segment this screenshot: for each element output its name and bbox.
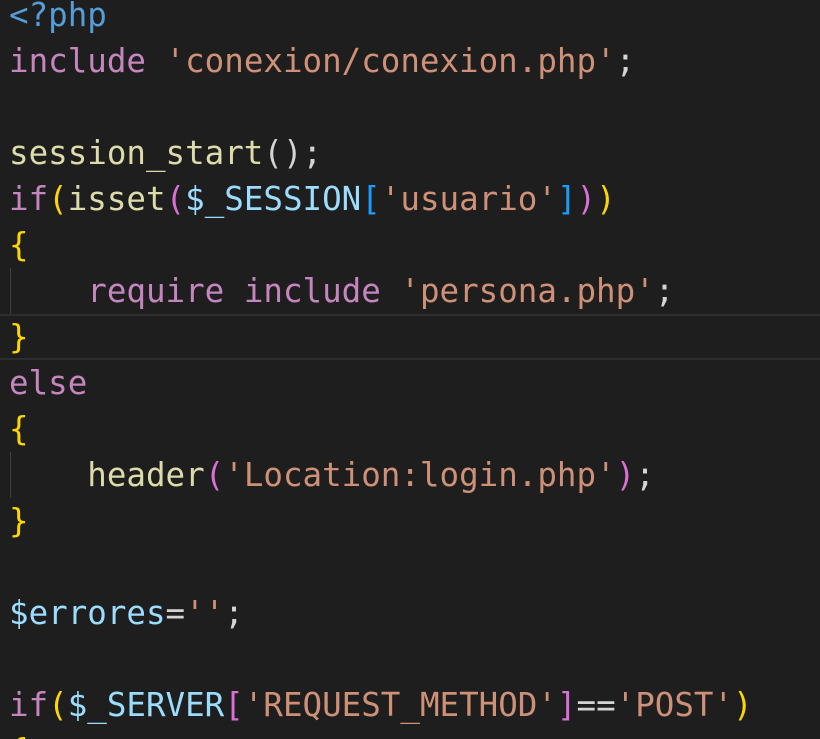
code-token: == — [576, 686, 616, 724]
code-token: ( — [165, 180, 186, 218]
code-token: [ — [224, 686, 244, 724]
code-token: [ — [361, 180, 381, 218]
code-token: (); — [263, 134, 323, 172]
code-token: ) — [615, 456, 636, 494]
code-token: ; — [654, 272, 675, 310]
code-line[interactable] — [0, 84, 820, 130]
code-line[interactable]: { — [0, 222, 820, 268]
code-token: <?php — [9, 0, 107, 34]
code-token: ( — [48, 686, 68, 724]
code-token: 'persona.php' — [400, 272, 655, 310]
code-token: 'POST' — [615, 686, 734, 724]
code-line[interactable]: require include 'persona.php'; — [0, 268, 820, 314]
code-line[interactable]: <?php — [0, 0, 820, 38]
code-token: { — [9, 410, 29, 448]
code-line[interactable]: $errores=''; — [0, 590, 820, 636]
code-token: ] — [556, 686, 577, 724]
code-token: $_SERVER — [67, 686, 225, 724]
code-token: $errores — [9, 594, 166, 632]
code-token: ( — [204, 456, 225, 494]
code-token: ( — [48, 180, 68, 218]
code-token: ; — [635, 456, 655, 494]
code-token: ; — [224, 594, 244, 632]
code-line[interactable]: else — [0, 360, 820, 406]
code-token: include — [243, 272, 381, 310]
code-token: if — [9, 686, 49, 724]
code-token: } — [9, 502, 29, 540]
code-token: ) — [576, 180, 597, 218]
code-token: } — [9, 318, 29, 356]
code-token: ) — [596, 180, 616, 218]
code-token: 'usuario' — [380, 180, 557, 218]
indent-guide — [10, 268, 11, 314]
code-line[interactable]: if($_SERVER['REQUEST_METHOD']=='POST') — [0, 682, 820, 728]
code-line[interactable]: { — [0, 406, 820, 452]
code-line[interactable]: session_start(); — [0, 130, 820, 176]
code-token: include — [9, 42, 146, 80]
code-token: 'Location:login.php' — [224, 456, 616, 494]
code-line[interactable]: if(isset($_SESSION['usuario'])) — [0, 176, 820, 222]
indent-guide — [10, 452, 11, 498]
code-token: $_SESSION — [185, 180, 362, 218]
code-line[interactable] — [0, 636, 820, 682]
code-token: if — [9, 180, 49, 218]
code-token: ) — [733, 686, 753, 724]
code-line[interactable]: { — [0, 728, 820, 739]
code-token: = — [165, 594, 186, 632]
code-token: ] — [556, 180, 577, 218]
code-token: session_start — [9, 134, 264, 172]
code-line[interactable] — [0, 544, 820, 590]
code-token: isset — [67, 180, 166, 218]
code-token: header — [87, 456, 205, 494]
code-token: { — [9, 226, 29, 264]
code-line[interactable]: header('Location:login.php'); — [0, 452, 820, 498]
code-line[interactable]: } — [0, 498, 820, 544]
code-token: { — [9, 732, 29, 739]
code-token: '' — [185, 594, 225, 632]
code-token: 'conexion/conexion.php' — [165, 42, 616, 80]
code-token: require — [87, 272, 225, 310]
code-editor[interactable]: <?php include 'conexion/conexion.php'; ses… — [0, 0, 820, 739]
code-line[interactable]: include 'conexion/conexion.php'; — [0, 38, 820, 84]
code-token: ; — [615, 42, 636, 80]
code-line[interactable]: } — [0, 314, 820, 360]
code-token: else — [9, 364, 88, 402]
code-token: 'REQUEST_METHOD' — [243, 686, 557, 724]
